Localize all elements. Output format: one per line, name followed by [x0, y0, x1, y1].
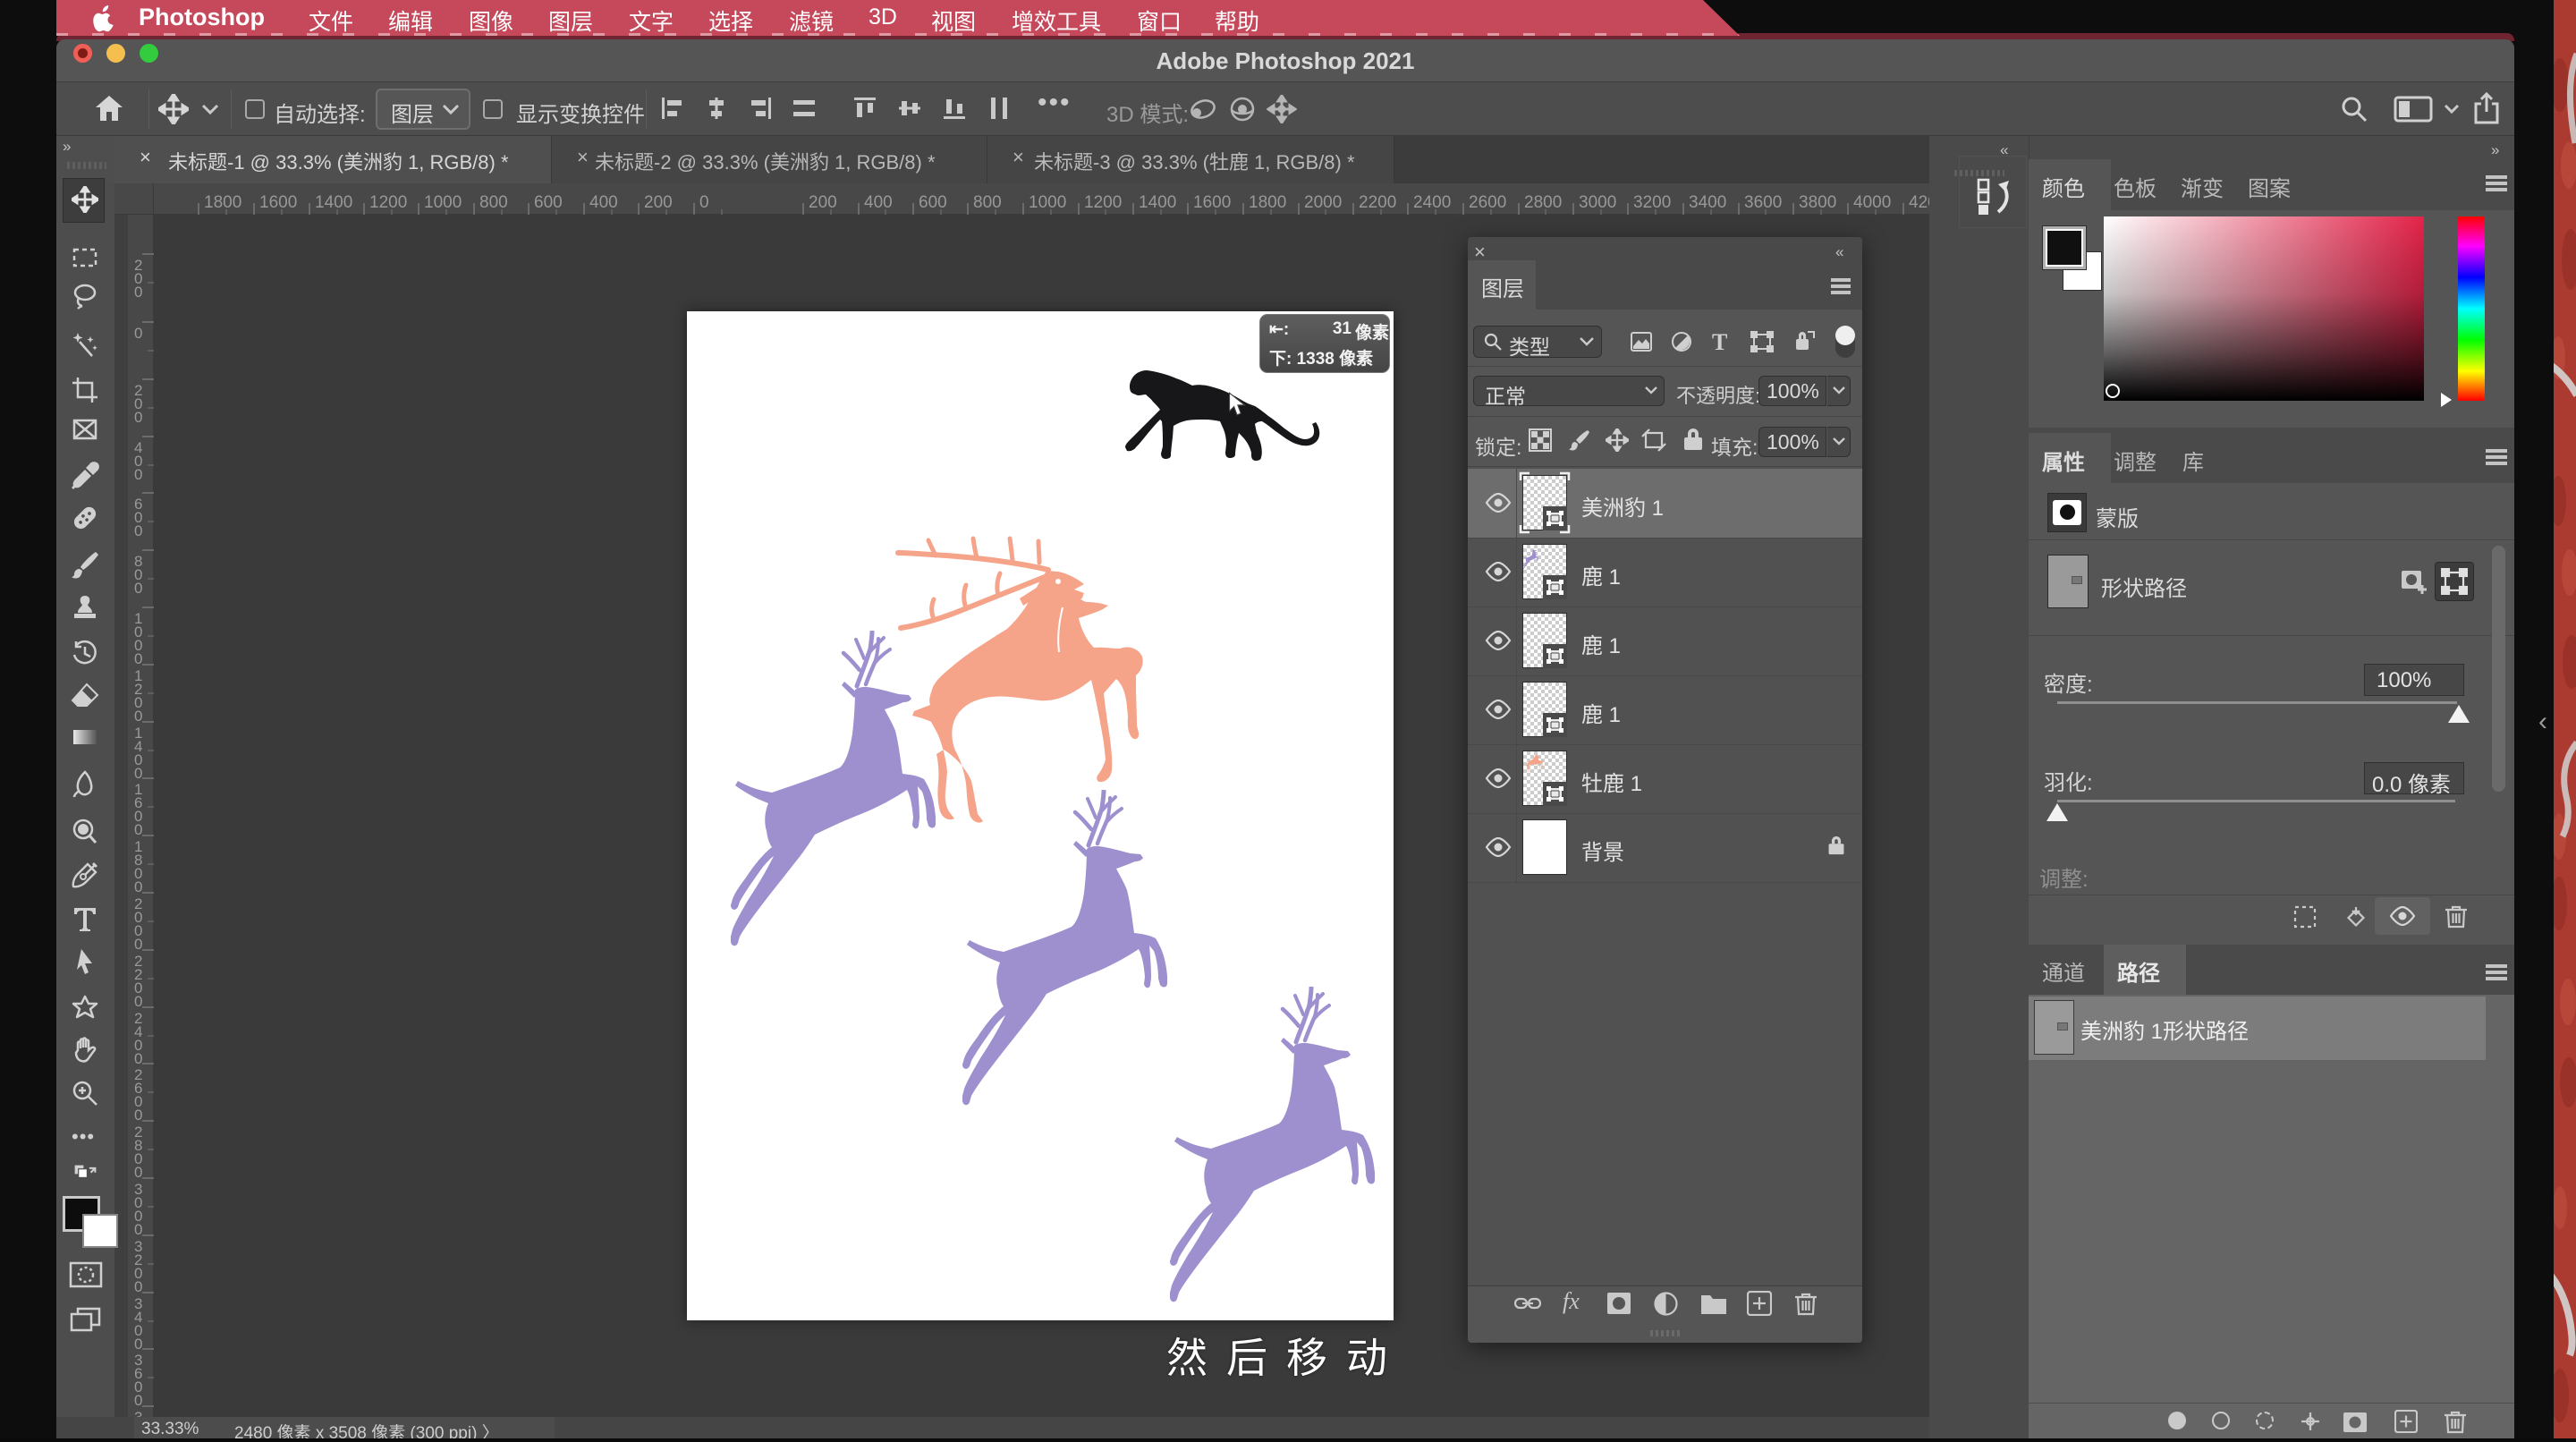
svg-text:0: 0	[134, 1050, 142, 1067]
svg-text:400: 400	[864, 193, 893, 212]
svg-text:0: 0	[134, 765, 142, 782]
svg-text:800: 800	[973, 193, 1002, 212]
svg-text:2000: 2000	[1304, 193, 1342, 212]
svg-text:2600: 2600	[1469, 193, 1506, 212]
svg-text:2200: 2200	[1359, 193, 1396, 212]
svg-text:2400: 2400	[1413, 193, 1451, 212]
svg-text:0: 0	[134, 1164, 142, 1181]
svg-text:0: 0	[134, 1221, 142, 1238]
svg-text:3600: 3600	[1744, 193, 1782, 212]
svg-text:0: 0	[134, 1392, 142, 1409]
svg-text:3200: 3200	[1633, 193, 1671, 212]
svg-text:1000: 1000	[1029, 193, 1066, 212]
svg-text:0: 0	[134, 522, 142, 539]
svg-text:0: 0	[134, 993, 142, 1010]
svg-text:600: 600	[919, 193, 947, 212]
svg-text:1200: 1200	[369, 193, 407, 212]
svg-text:0: 0	[699, 193, 709, 212]
svg-text:0: 0	[134, 1278, 142, 1295]
svg-text:3800: 3800	[1799, 193, 1836, 212]
svg-text:0: 0	[134, 650, 142, 667]
svg-text:0: 0	[134, 1107, 142, 1124]
svg-text:0: 0	[134, 466, 142, 483]
svg-text:3400: 3400	[1689, 193, 1726, 212]
svg-text:0: 0	[134, 878, 142, 895]
svg-text:1400: 1400	[1139, 193, 1176, 212]
svg-text:200: 200	[644, 193, 673, 212]
svg-text:1800: 1800	[1249, 193, 1286, 212]
svg-text:400: 400	[589, 193, 618, 212]
svg-text:800: 800	[479, 193, 508, 212]
svg-text:0: 0	[134, 708, 142, 725]
svg-text:0: 0	[134, 284, 142, 301]
svg-text:0: 0	[134, 821, 142, 838]
svg-text:1200: 1200	[1084, 193, 1122, 212]
svg-text:4000: 4000	[1853, 193, 1891, 212]
svg-text:0: 0	[134, 1336, 142, 1353]
svg-text:3000: 3000	[1579, 193, 1616, 212]
svg-text:0: 0	[134, 325, 142, 342]
svg-text:200: 200	[809, 193, 837, 212]
svg-text:1600: 1600	[1193, 193, 1231, 212]
svg-text:3: 3	[134, 1409, 142, 1417]
svg-text:2800: 2800	[1524, 193, 1562, 212]
svg-text:1600: 1600	[259, 193, 297, 212]
svg-text:1000: 1000	[424, 193, 462, 212]
svg-text:0: 0	[134, 936, 142, 953]
svg-text:1800: 1800	[204, 193, 242, 212]
svg-text:0: 0	[134, 580, 142, 597]
svg-text:600: 600	[534, 193, 563, 212]
svg-text:0: 0	[134, 409, 142, 426]
svg-text:1400: 1400	[315, 193, 352, 212]
